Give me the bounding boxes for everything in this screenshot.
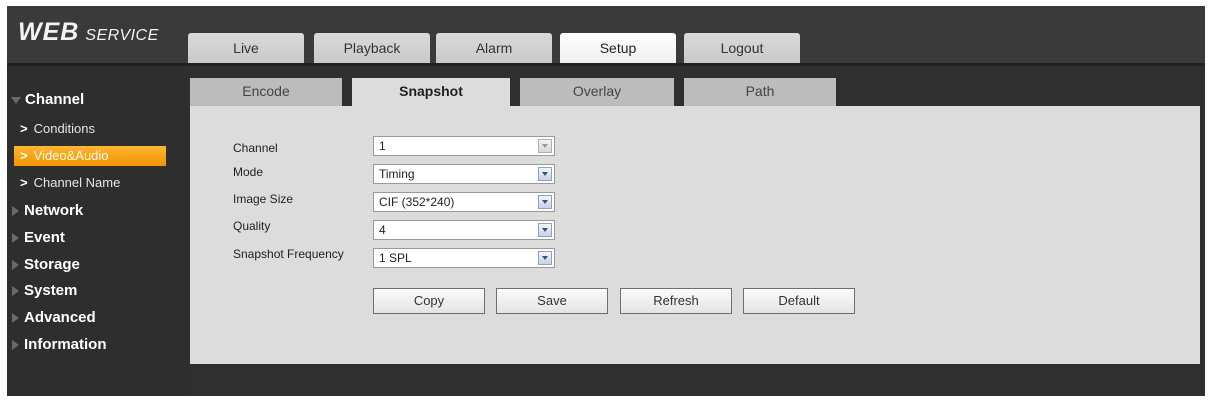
tab-setup[interactable]: Setup: [560, 33, 676, 63]
dropdown-arrow-icon: [538, 223, 552, 237]
sidebar-item-advanced[interactable]: Advanced: [7, 309, 188, 326]
mode-label: Mode: [233, 165, 264, 179]
image-size-value: CIF (352*240): [379, 195, 455, 209]
logo-main: WEB: [18, 18, 80, 46]
triangle-right-icon: [12, 206, 19, 217]
tab-playback[interactable]: Playback: [314, 33, 430, 63]
quality-label: Quality: [233, 219, 271, 233]
triangle-right-icon: [12, 340, 19, 351]
sidebar-item-information[interactable]: Information: [7, 336, 188, 353]
sidebar-item-label: Event: [24, 229, 65, 246]
sidebar-item-label: Channel: [25, 91, 85, 108]
triangle-right-icon: [12, 286, 19, 297]
chevron-right-icon: >: [20, 148, 28, 163]
tab-logout[interactable]: Logout: [684, 33, 800, 63]
tab-snapshot[interactable]: Snapshot: [352, 78, 510, 106]
mode-value: Timing: [379, 167, 415, 181]
snapshot-frequency-select[interactable]: 1 SPL: [373, 248, 555, 268]
tab-encode[interactable]: Encode: [190, 78, 342, 106]
sidebar-item-system[interactable]: System: [7, 282, 188, 299]
snapshot-frequency-value: 1 SPL: [379, 251, 412, 265]
image-size-label: Image Size: [233, 192, 294, 206]
triangle-right-icon: [12, 233, 19, 244]
mode-select[interactable]: Timing: [373, 164, 555, 184]
refresh-button[interactable]: Refresh: [620, 288, 732, 314]
default-button[interactable]: Default: [743, 288, 855, 314]
chevron-right-icon: >: [20, 175, 28, 190]
channel-select[interactable]: 1: [373, 136, 555, 156]
dropdown-arrow-icon: [538, 195, 552, 209]
sidebar-item-label: Storage: [24, 256, 80, 273]
chevron-right-icon: >: [20, 121, 28, 136]
top-bar: WEB SERVICE Live Playback Alarm Setup Log…: [7, 6, 1205, 63]
logo-sub: SERVICE: [85, 27, 159, 44]
sidebar-item-label: Network: [24, 202, 84, 219]
sidebar-subitem-label: Channel Name: [33, 175, 121, 190]
triangle-right-icon: [12, 313, 19, 324]
channel-value: 1: [379, 139, 386, 153]
sidebar-item-label: System: [24, 282, 78, 299]
logo: WEB SERVICE: [18, 18, 159, 47]
sidebar-item-label: Advanced: [24, 309, 96, 326]
tab-overlay[interactable]: Overlay: [520, 78, 674, 106]
sidebar-item-network[interactable]: Network: [7, 202, 188, 219]
sidebar-item-storage[interactable]: Storage: [7, 256, 188, 273]
quality-select[interactable]: 4: [373, 220, 555, 240]
sidebar-item-label: Information: [24, 336, 107, 353]
sidebar: Channel > Conditions > Video&Audio > Channe…: [7, 66, 188, 396]
sidebar-subitem-channel-name[interactable]: > Channel Name: [7, 173, 188, 193]
triangle-right-icon: [12, 260, 19, 271]
channel-label: Channel: [233, 141, 278, 155]
sidebar-item-event[interactable]: Event: [7, 229, 188, 246]
dropdown-arrow-icon: [538, 139, 552, 153]
tab-path[interactable]: Path: [684, 78, 836, 106]
tab-alarm[interactable]: Alarm: [436, 33, 552, 63]
app-frame: WEB SERVICE Live Playback Alarm Setup Log…: [7, 6, 1205, 396]
sidebar-subitem-conditions[interactable]: > Conditions: [7, 119, 188, 139]
snapshot-frequency-label: Snapshot Frequency: [233, 247, 344, 261]
sidebar-subitem-video-audio[interactable]: > Video&Audio: [14, 146, 166, 166]
expand-triangle-icon: [11, 96, 21, 104]
quality-value: 4: [379, 223, 386, 237]
dropdown-arrow-icon: [538, 251, 552, 265]
dropdown-arrow-icon: [538, 167, 552, 181]
save-button[interactable]: Save: [496, 288, 608, 314]
content-panel: Channel 1 Mode Timing Image Size CIF (35…: [190, 106, 1200, 364]
sidebar-item-channel[interactable]: Channel: [7, 91, 188, 108]
copy-button[interactable]: Copy: [373, 288, 485, 314]
sidebar-subitem-label: Video&Audio: [33, 148, 109, 163]
tab-live[interactable]: Live: [188, 33, 304, 63]
image-size-select[interactable]: CIF (352*240): [373, 192, 555, 212]
sidebar-subitem-label: Conditions: [33, 121, 96, 136]
